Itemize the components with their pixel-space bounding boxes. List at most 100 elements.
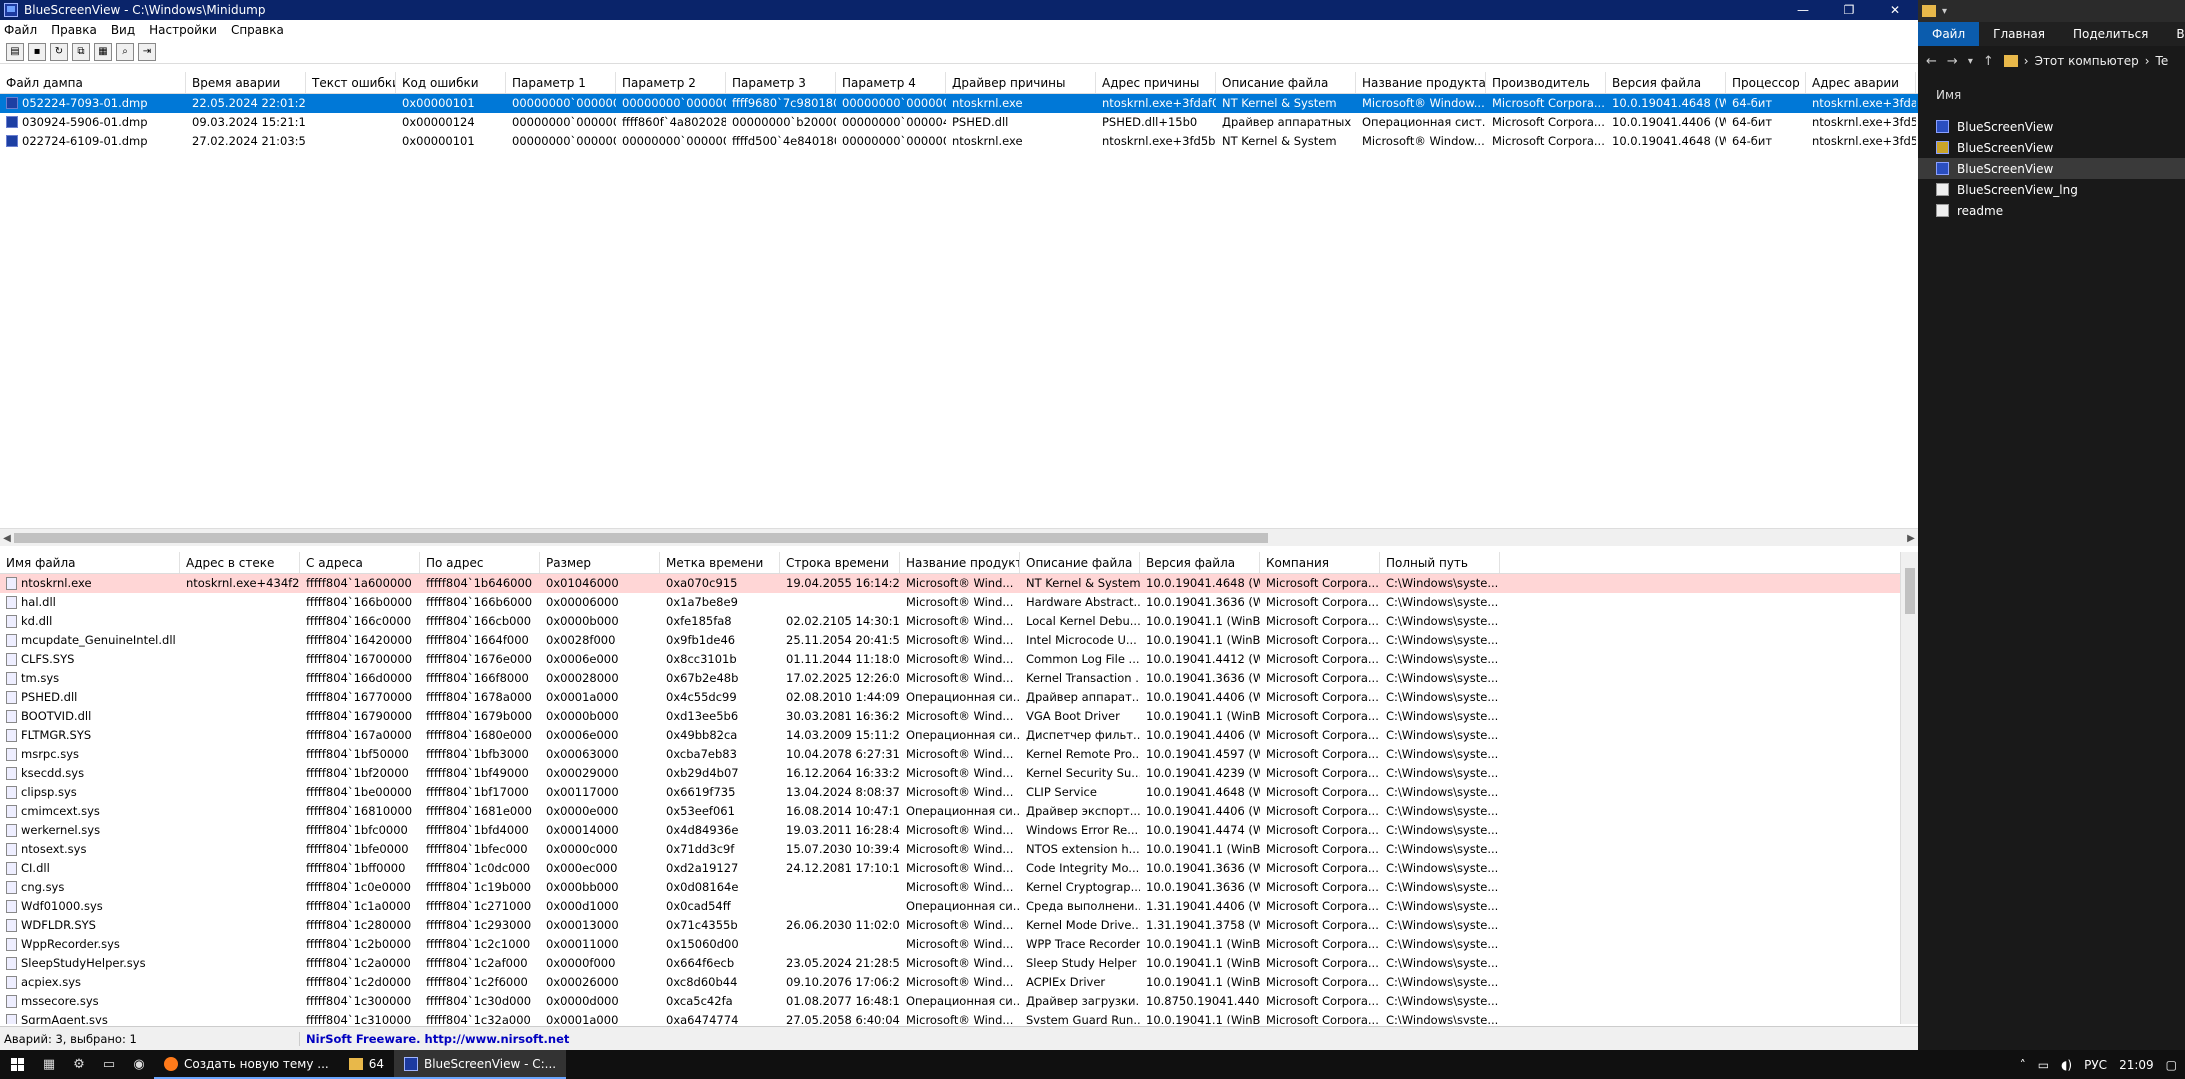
column-header[interactable]: Процессор [1726,72,1806,93]
column-header[interactable]: Адрес аварии [1806,72,1916,93]
column-header[interactable]: Параметр 4 [836,72,946,93]
up-arrow-icon[interactable]: ↑ [1983,54,1994,69]
taskbar-firefox[interactable]: Создать новую тему ... [154,1050,339,1079]
save-icon[interactable]: ▪ [28,42,46,61]
column-header[interactable]: Полный путь [1380,552,1500,573]
edge-icon[interactable]: ◉ [124,1050,154,1079]
tab-share[interactable]: Поделиться [2059,22,2162,46]
menu-settings[interactable]: Настройки [149,23,217,37]
table-row[interactable]: kd.dll fffff804`166c0000 fffff804`166cb000… [0,612,1900,631]
volume-icon[interactable]: ◖) [2061,1058,2072,1072]
column-header[interactable]: С адреса [300,552,420,573]
quick-access-chevron-icon[interactable]: ▾ [1942,6,1947,17]
vertical-scrollbar[interactable] [1900,552,1918,1024]
column-header[interactable]: Версия файла [1606,72,1726,93]
column-header[interactable]: Имя файла [0,552,180,573]
column-header[interactable]: Название продукта [900,552,1020,573]
refresh-icon[interactable]: ↻ [50,42,68,61]
address-bar[interactable]: › Этот компьютер › Te [2003,54,2169,68]
table-row[interactable]: 022724-6109-01.dmp 27.02.2024 21:03:53 0x0… [0,132,1918,151]
horizontal-scrollbar[interactable]: ◀ ▶ [0,528,1918,546]
copy-icon[interactable]: ⧉ [72,42,90,61]
table-row[interactable]: ntoskrnl.exe ntoskrnl.exe+434f24 fffff804`… [0,574,1900,593]
table-row[interactable]: 052224-7093-01.dmp 22.05.2024 22:01:26 0x0… [0,94,1918,113]
table-row[interactable]: tm.sys fffff804`166d0000 fffff804`166f8000… [0,669,1900,688]
tab-view[interactable]: Вид [2162,22,2185,46]
list-item[interactable]: BlueScreenView [1918,116,2185,137]
input-language[interactable]: РУС [2084,1058,2107,1072]
column-header[interactable]: Файл дампа [0,72,186,93]
table-row[interactable]: FLTMGR.SYS fffff804`167a0000 fffff804`1680… [0,726,1900,745]
scroll-left-icon[interactable]: ◀ [0,529,14,547]
table-row[interactable]: PSHED.dll fffff804`16770000 fffff804`1678a… [0,688,1900,707]
back-arrow-icon[interactable]: ← [1926,54,1937,69]
column-header[interactable]: Метка времени [660,552,780,573]
column-header[interactable]: Размер [540,552,660,573]
table-row[interactable]: SgrmAgent.sys fffff804`1c310000 fffff804`1… [0,1011,1900,1024]
tab-home[interactable]: Главная [1979,22,2059,46]
recent-chevron-icon[interactable]: ▾ [1968,56,1973,67]
path-tail[interactable]: Te [2156,54,2169,68]
forward-arrow-icon[interactable]: → [1947,54,1958,69]
title-bar[interactable]: BlueScreenView - C:\Windows\Minidump — ❐… [0,0,1918,20]
scroll-right-icon[interactable]: ▶ [1904,529,1918,547]
table-row[interactable]: CI.dll fffff804`1bff0000 fffff804`1c0dc000… [0,859,1900,878]
table-row[interactable]: werkernel.sys fffff804`1bfc0000 fffff804`1… [0,821,1900,840]
properties-icon[interactable]: ▤ [6,42,24,61]
table-row[interactable]: mcupdate_GenuineIntel.dll fffff804`164200… [0,631,1900,650]
list-item[interactable]: BlueScreenView [1918,158,2185,179]
menu-edit[interactable]: Правка [51,23,97,37]
exit-icon[interactable]: ⇥ [138,42,156,61]
start-button[interactable] [0,1050,34,1079]
html-report-icon[interactable]: ▦ [94,42,112,61]
column-header[interactable]: Параметр 3 [726,72,836,93]
column-header[interactable]: Производитель [1486,72,1606,93]
column-header[interactable]: Драйвер причины [946,72,1096,93]
column-header[interactable]: Описание файла [1020,552,1140,573]
notifications-icon[interactable]: ▢ [2166,1058,2177,1072]
table-row[interactable]: WDFLDR.SYS fffff804`1c280000 fffff804`1c29… [0,916,1900,935]
table-row[interactable]: cmimcext.sys fffff804`16810000 fffff804`16… [0,802,1900,821]
column-header[interactable]: Строка времени [780,552,900,573]
table-row[interactable]: msrpc.sys fffff804`1bf50000 fffff804`1bfb3… [0,745,1900,764]
column-header[interactable]: Адрес причины [1096,72,1216,93]
menu-view[interactable]: Вид [111,23,135,37]
table-row[interactable]: mssecore.sys fffff804`1c300000 fffff804`1c… [0,992,1900,1011]
clock[interactable]: 21:09 [2119,1058,2154,1072]
column-header[interactable]: Параметр 2 [616,72,726,93]
column-header[interactable]: Адрес в стеке [180,552,300,573]
scroll-thumb[interactable] [1905,568,1915,614]
column-header[interactable]: Код ошибки [396,72,506,93]
list-item[interactable]: BlueScreenView [1918,137,2185,158]
table-row[interactable]: SleepStudyHelper.sys fffff804`1c2a0000 fff… [0,954,1900,973]
table-row[interactable]: WppRecorder.sys fffff804`1c2b0000 fffff804… [0,935,1900,954]
minimize-button[interactable]: — [1780,0,1826,20]
menu-help[interactable]: Справка [231,23,284,37]
column-header[interactable]: Параметр 1 [506,72,616,93]
table-row[interactable]: BOOTVID.dll fffff804`16790000 fffff804`167… [0,707,1900,726]
path-this-pc[interactable]: Этот компьютер [2035,54,2139,68]
list-item[interactable]: readme [1918,200,2185,221]
calculator-icon[interactable]: ▦ [34,1050,64,1079]
close-button[interactable]: ✕ [1872,0,1918,20]
table-row[interactable]: hal.dll fffff804`166b0000 fffff804`166b600… [0,593,1900,612]
menu-file[interactable]: Файл [4,23,37,37]
column-header-name[interactable]: Имя [1918,84,2185,106]
column-header[interactable]: Компания [1260,552,1380,573]
table-row[interactable]: CLFS.SYS fffff804`16700000 fffff804`1676e0… [0,650,1900,669]
device-manager-icon[interactable]: ▭ [94,1050,124,1079]
column-header[interactable]: Название продукта [1356,72,1486,93]
column-header[interactable]: Версия файла [1140,552,1260,573]
taskbar-explorer[interactable]: 64 [338,1050,394,1079]
list-item[interactable]: BlueScreenView_lng [1918,179,2185,200]
find-icon[interactable]: ⌕ [116,42,134,61]
table-row[interactable]: 030924-5906-01.dmp 09.03.2024 15:21:13 0x0… [0,113,1918,132]
table-row[interactable]: cng.sys fffff804`1c0e0000 fffff804`1c19b00… [0,878,1900,897]
tray-chevron-icon[interactable]: ˄ [2020,1058,2026,1072]
scroll-thumb[interactable] [14,533,1268,543]
column-header[interactable]: Описание файла [1216,72,1356,93]
column-header[interactable]: Текст ошибки [306,72,396,93]
column-header[interactable]: По адрес [420,552,540,573]
taskbar-bluescreenview[interactable]: BlueScreenView - C:... [393,1050,567,1079]
maximize-button[interactable]: ❐ [1826,0,1872,20]
